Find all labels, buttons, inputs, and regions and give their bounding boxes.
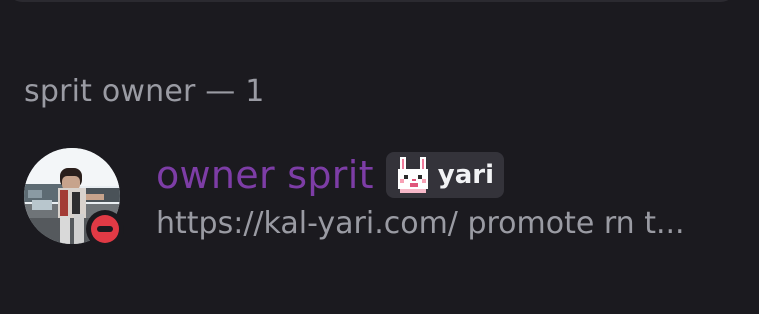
member-name-line: owner sprit yari	[156, 150, 505, 200]
pink-bunny-icon	[397, 157, 428, 193]
member-custom-status: https://kal-yari.com/ promote rn t...	[156, 206, 685, 241]
do-not-disturb-status-icon	[91, 215, 119, 243]
member-list-section-header: sprit owner — 1	[24, 74, 265, 109]
clan-tag[interactable]: yari	[385, 152, 505, 198]
member-display-name[interactable]: owner sprit	[156, 153, 374, 197]
member-list-item[interactable]: owner sprit yari https://kal-yari.com/ p…	[22, 146, 742, 248]
clan-tag-label: yari	[437, 160, 495, 190]
search-bar[interactable]	[8, 0, 735, 2]
